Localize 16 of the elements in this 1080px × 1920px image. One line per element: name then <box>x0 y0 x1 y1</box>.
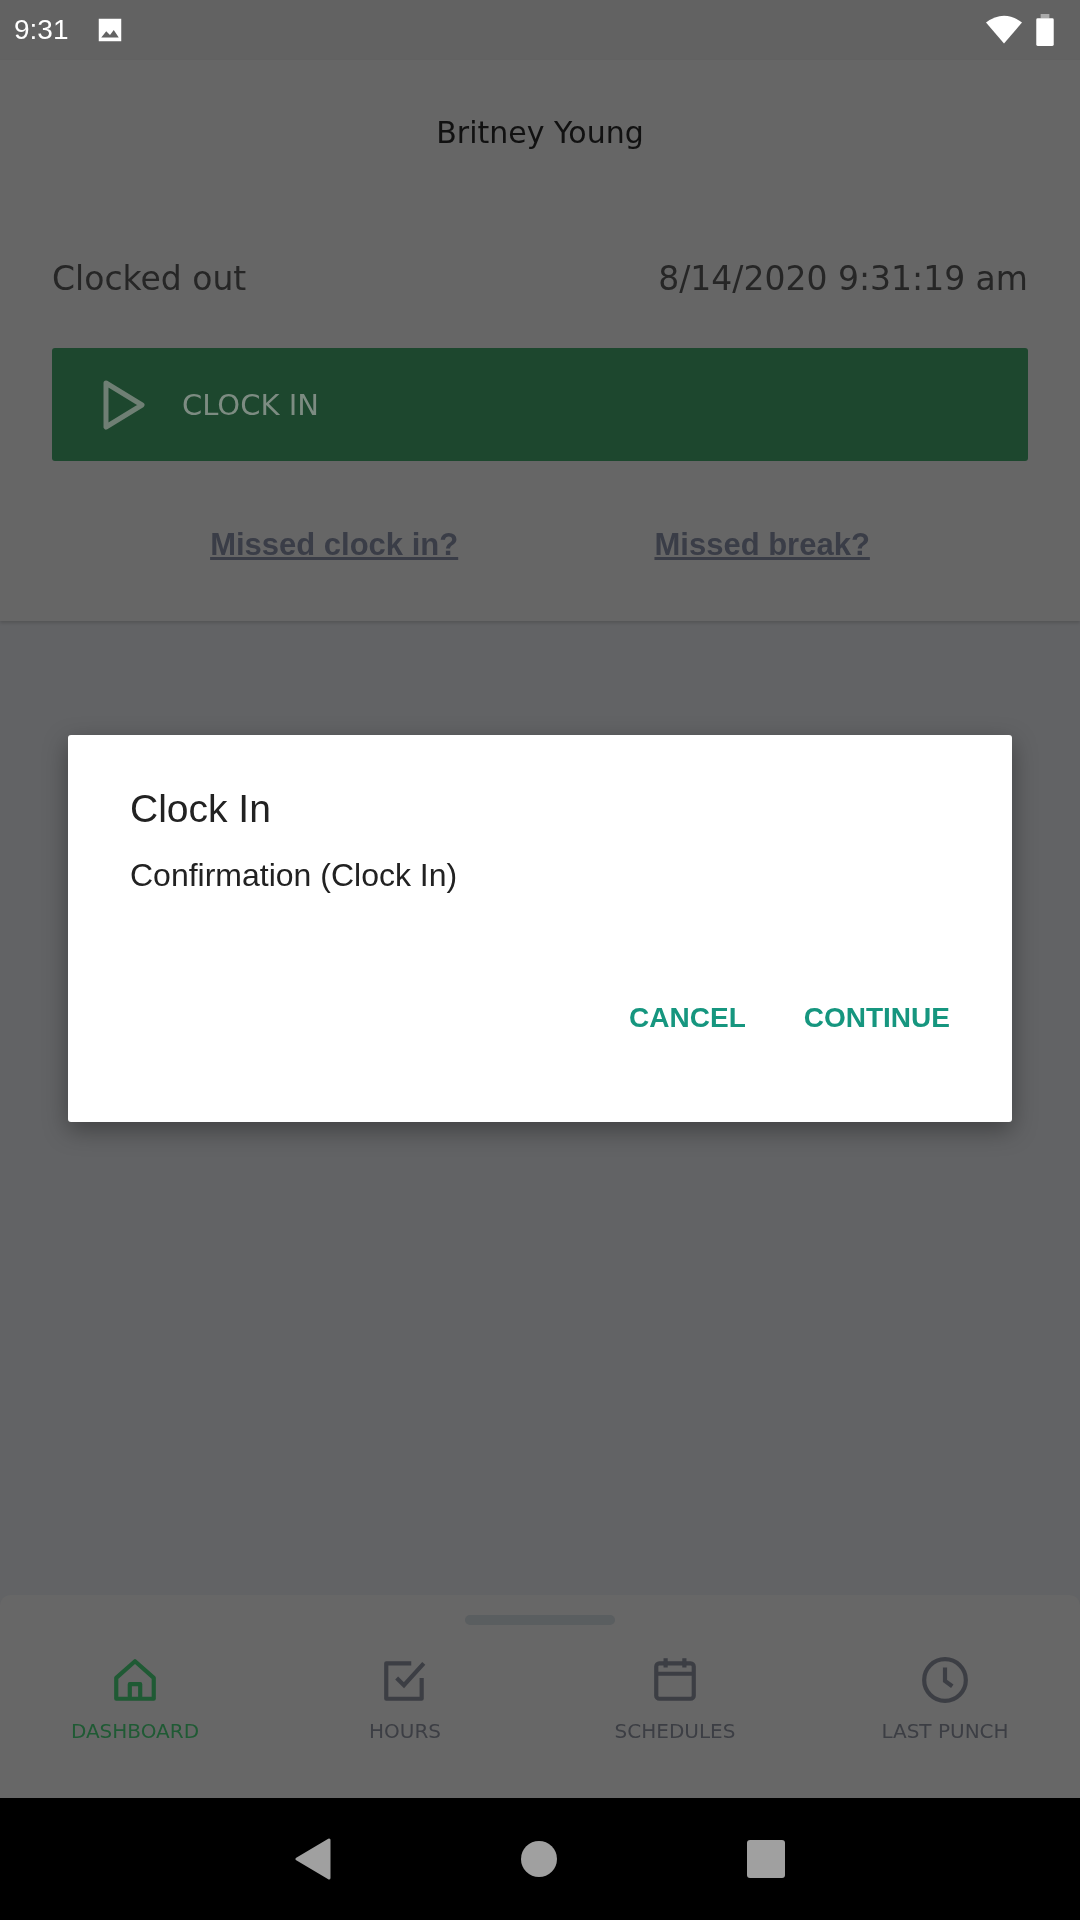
battery-icon <box>1036 14 1054 46</box>
user-name: Britney Young <box>435 115 645 152</box>
nav-tab[interactable]: DASHBOARD <box>0 1655 270 1743</box>
wifi-icon <box>986 15 1022 45</box>
status-time: 9:31 <box>14 14 69 46</box>
back-icon[interactable] <box>295 1838 331 1880</box>
dialog-message: Confirmation (Clock In) <box>130 857 459 894</box>
clock-icon <box>920 1655 970 1705</box>
clock-status: Clocked out <box>52 259 247 298</box>
date-time: 8/14/2020 9:31:19 am <box>658 259 1028 298</box>
dialog-button[interactable]: CONTINUE <box>803 1002 950 1034</box>
play-icon <box>102 378 146 431</box>
home-button-icon[interactable] <box>521 1841 557 1877</box>
clock-in-button[interactable]: CLOCK IN <box>52 348 1028 461</box>
dialog-title: Clock In <box>130 787 272 831</box>
dialog-button[interactable]: CANCEL <box>629 1002 746 1034</box>
